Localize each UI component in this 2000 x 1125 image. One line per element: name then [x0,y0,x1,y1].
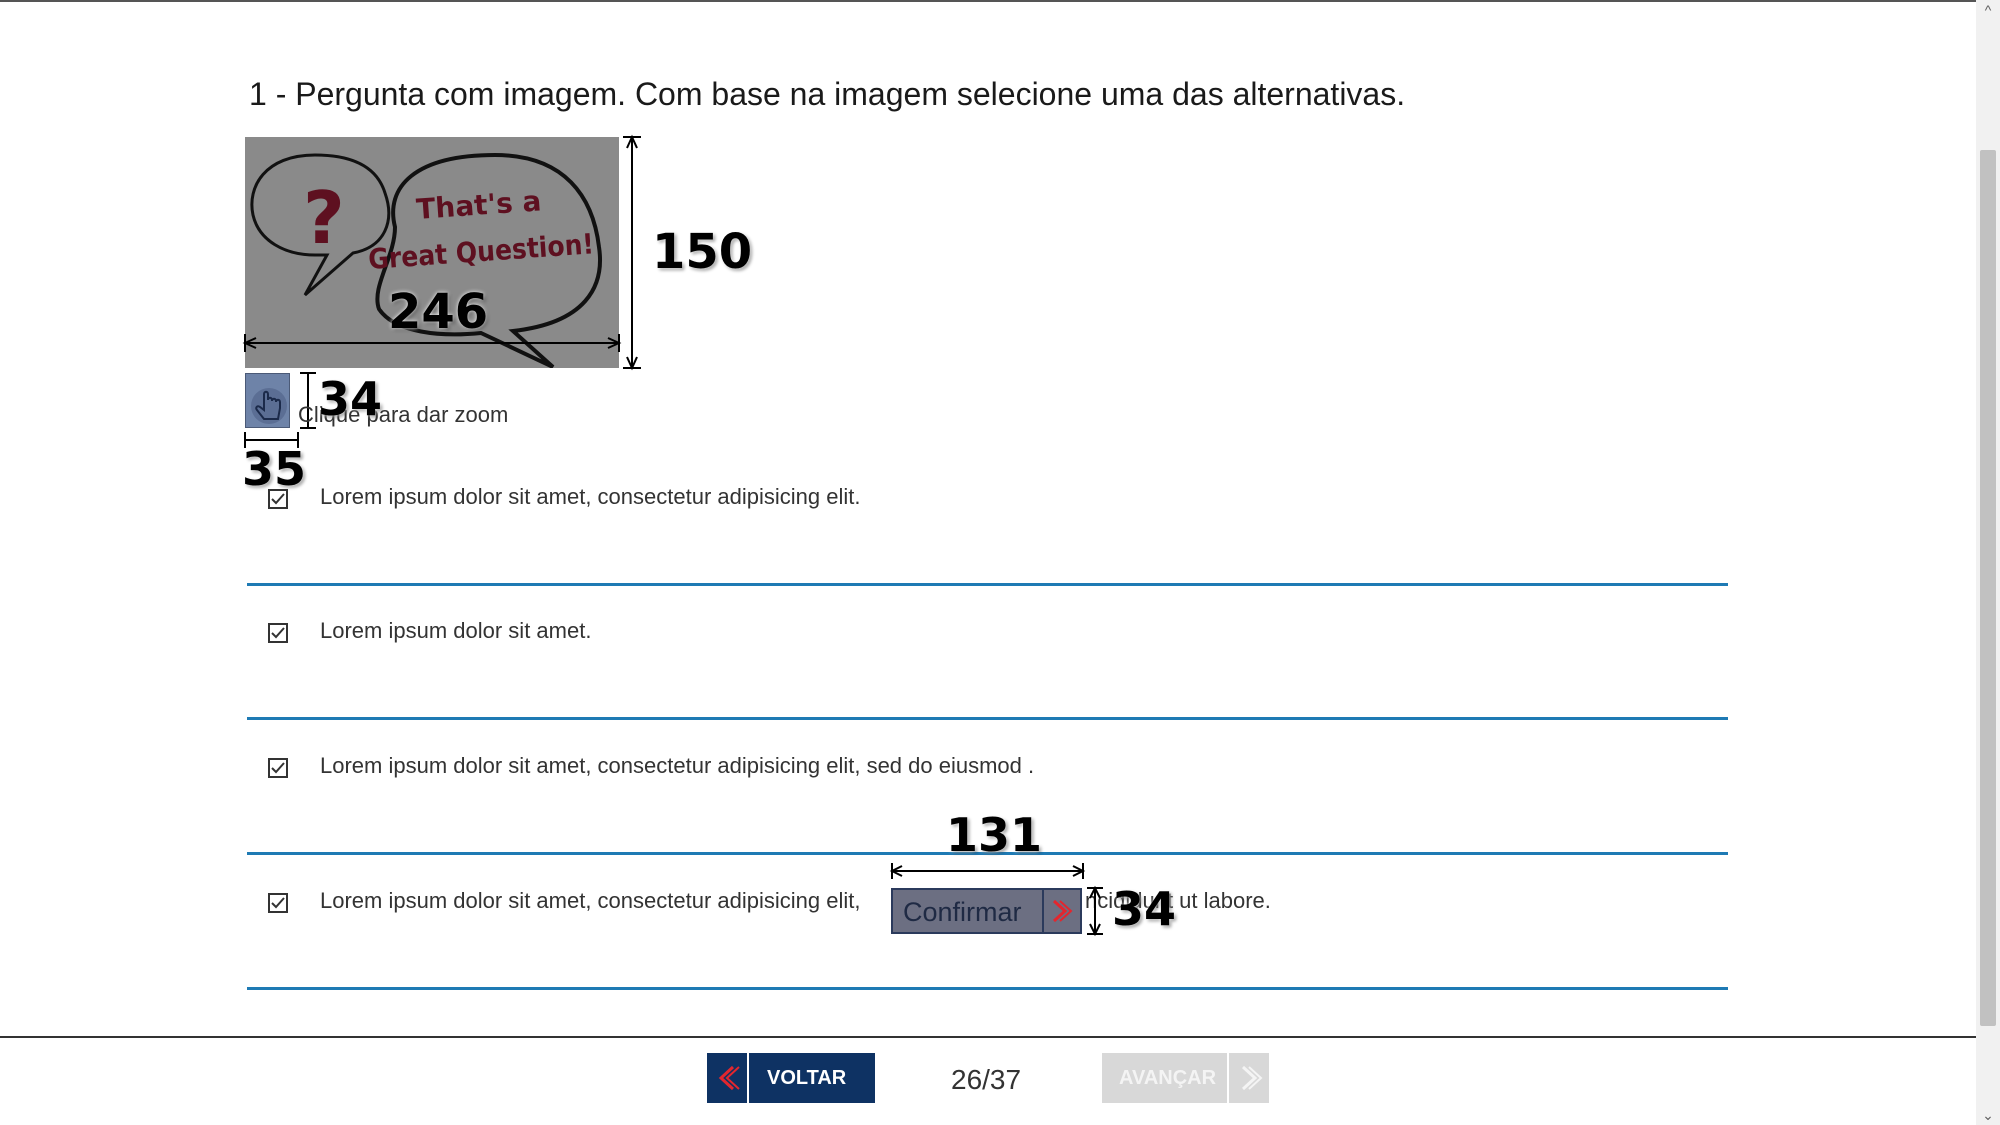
zoom-height-label: 34 [318,372,383,426]
checkbox-checked-icon[interactable] [267,757,289,779]
image-width-label: 246 [388,284,489,340]
alternative-divider [247,717,1728,720]
page-counter: 26/37 [951,1064,1022,1095]
next-button: AVANÇAR [1102,1053,1269,1103]
image-height-label: 150 [652,224,753,280]
alternative-1[interactable]: Lorem ipsum dolor sit amet, consectetur … [247,452,1728,586]
chevron-down-icon[interactable]: ⌄ [1976,1105,2000,1125]
checkbox-checked-icon[interactable] [267,622,289,644]
scrollbar[interactable]: ^ ⌄ [1976,0,2000,1125]
top-divider [0,0,1976,2]
checkbox-checked-icon[interactable] [267,488,289,510]
alternative-text: Lorem ipsum dolor sit amet, consectetur … [320,484,861,509]
confirm-height-label: 34 [1112,882,1177,936]
confirm-button[interactable]: Confirmar [891,888,1082,934]
alternative-text: Lorem ipsum dolor sit amet, consectetur … [320,753,1035,778]
scroll-thumb[interactable] [1980,150,1996,1026]
confirm-label: Confirmar [903,897,1022,927]
chevron-right-icon [1052,899,1073,923]
alternative-divider [247,987,1728,990]
chevron-up-icon[interactable]: ^ [1976,0,2000,20]
alternative-text: Lorem ipsum dolor sit amet, consectetur … [320,888,861,913]
double-chevron-left-icon [718,1065,740,1091]
alternative-text: Lorem ipsum dolor sit amet. [320,618,592,643]
back-button[interactable]: VOLTAR [707,1053,875,1103]
next-label: AVANÇAR [1119,1067,1217,1089]
checkbox-checked-icon[interactable] [267,892,289,914]
alternative-2[interactable]: Lorem ipsum dolor sit amet. [247,586,1728,720]
double-chevron-right-icon [1241,1065,1263,1091]
confirm-width-label: 131 [946,808,1043,862]
image-dimension-lines [242,134,641,371]
question-title: 1 - Pergunta com imagem. Com base na ima… [249,76,1406,112]
back-label: VOLTAR [767,1067,847,1089]
